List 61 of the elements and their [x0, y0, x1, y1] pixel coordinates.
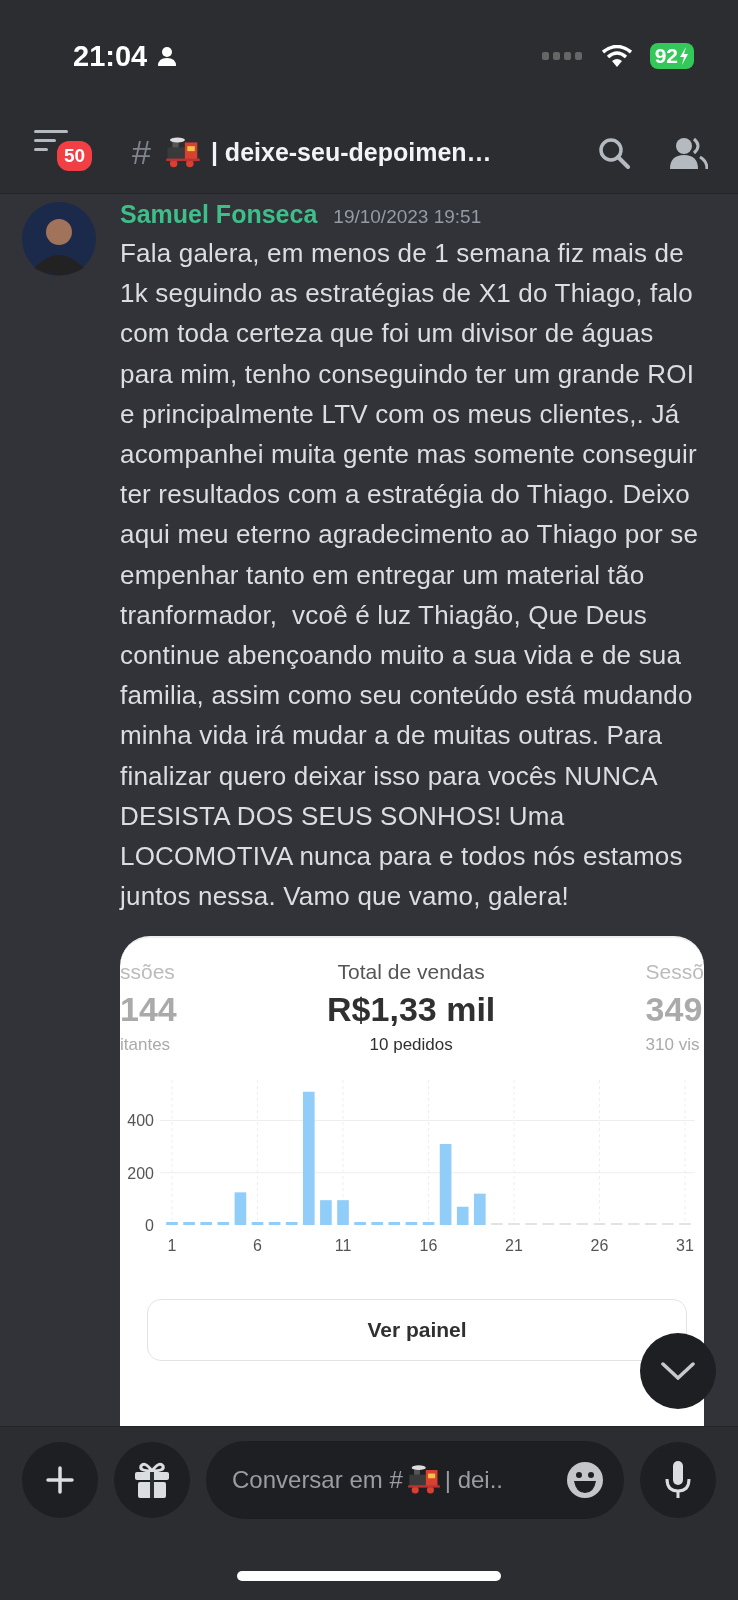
- placeholder-text: | dei..: [444, 1466, 503, 1494]
- emoji-icon[interactable]: [566, 1461, 604, 1499]
- x-tick-label: 1: [167, 1237, 177, 1255]
- wifi-icon: [601, 45, 632, 67]
- stat-subtitle: 10 pedidos: [369, 1035, 453, 1056]
- train-icon: [406, 1465, 441, 1495]
- members-icon[interactable]: [670, 136, 708, 169]
- person-icon: [157, 46, 178, 66]
- stat-value: 349: [645, 990, 703, 1030]
- chart-bar: [251, 1222, 264, 1226]
- chart-bar: [371, 1222, 383, 1226]
- placeholder-text: Conversar em #: [232, 1466, 403, 1494]
- chart-bar: [405, 1222, 418, 1226]
- channel-hash: #: [132, 133, 151, 172]
- channel-title: | deixe-seu-depoimen…: [210, 138, 492, 167]
- x-tick-label: 26: [590, 1237, 609, 1255]
- chart-bar: [166, 1222, 178, 1226]
- menu-button[interactable]: 50: [34, 129, 96, 176]
- y-tick-label: 400: [127, 1112, 154, 1130]
- y-tick-label: 0: [145, 1217, 154, 1235]
- chart-bar: [285, 1222, 298, 1226]
- chevron-down-icon[interactable]: [661, 1362, 695, 1380]
- x-tick-label: 11: [334, 1237, 352, 1255]
- view-panel-button[interactable]: Ver painel: [147, 1299, 687, 1362]
- chart-bar: [388, 1222, 401, 1226]
- bolt-icon: [679, 47, 689, 65]
- chart-bar: [320, 1200, 332, 1226]
- gift-icon[interactable]: [133, 1461, 171, 1499]
- chart-bar: [337, 1200, 349, 1226]
- train-icon: [164, 136, 201, 169]
- y-tick-label: 200: [127, 1165, 154, 1183]
- stat-label: ssões: [120, 960, 175, 985]
- x-tick-label: 6: [253, 1237, 262, 1255]
- chart-bar: [234, 1192, 247, 1226]
- chart-bar: [456, 1207, 469, 1226]
- x-tick-label: 16: [419, 1237, 438, 1255]
- chart-bar: [268, 1222, 281, 1226]
- stat-subtitle: itantes: [120, 1035, 171, 1056]
- stat-value: 144: [120, 990, 177, 1030]
- chart-bar: [422, 1222, 435, 1226]
- stat-value: R$1,33 mil: [327, 990, 496, 1030]
- stat-label: Sessõ: [645, 960, 704, 985]
- chart-bar: [217, 1222, 230, 1226]
- chart-bar: [200, 1222, 212, 1226]
- x-tick-label: 31: [676, 1237, 694, 1255]
- plus-icon[interactable]: [46, 1466, 74, 1494]
- chart-bar: [474, 1194, 486, 1226]
- message-text: Fala galera, em menos de 1 semana fiz mais de 1k seguindo as estratégias de X1 do Thiago, falo com toda certeza que foi um divisor de águas para mim, tenho conseguindo ter um grande ROI e principalmente LTV com os meus clientes,. Já acompanhei muita gente mas somente conseguir ter resultados com a estratégia do Thiago. Deixo aqui meu eterno agradecimento ao Thiago por se empenhar tanto em entregar um material tão tranformador, vcoê é luz Thiagão, Que Deus continue abençoando muito a sua vida e de sua familia, assim como seu conteúdo está mudando minha vida irá mudar a de muitas outras. Para finalizar quero deixar isso para vocês NUNCA DESISTA DOS SEUS SONHOS! Uma LOCOMOTIVA nunca para e todos nós estamos juntos nessa. Vamo que vamo, galera!: [120, 237, 700, 914]
- x-tick-label: 21: [505, 1237, 523, 1255]
- author-name[interactable]: Samuel Fonseca: [120, 200, 318, 229]
- message-field[interactable]: Conversar em # | dei..: [206, 1441, 624, 1519]
- clock-time: 21:04: [73, 39, 148, 73]
- stat-label: Total de vendas: [337, 960, 485, 985]
- search-icon[interactable]: [598, 136, 630, 169]
- battery-indicator: 92: [649, 43, 694, 69]
- microphone-icon[interactable]: [665, 1461, 691, 1499]
- chart-bar: [354, 1222, 366, 1226]
- chart-bar: [183, 1222, 195, 1226]
- stat-subtitle: 310 vis: [645, 1035, 700, 1056]
- signal-icon: [541, 52, 582, 60]
- timestamp: 19/10/2023 19:51: [333, 206, 482, 228]
